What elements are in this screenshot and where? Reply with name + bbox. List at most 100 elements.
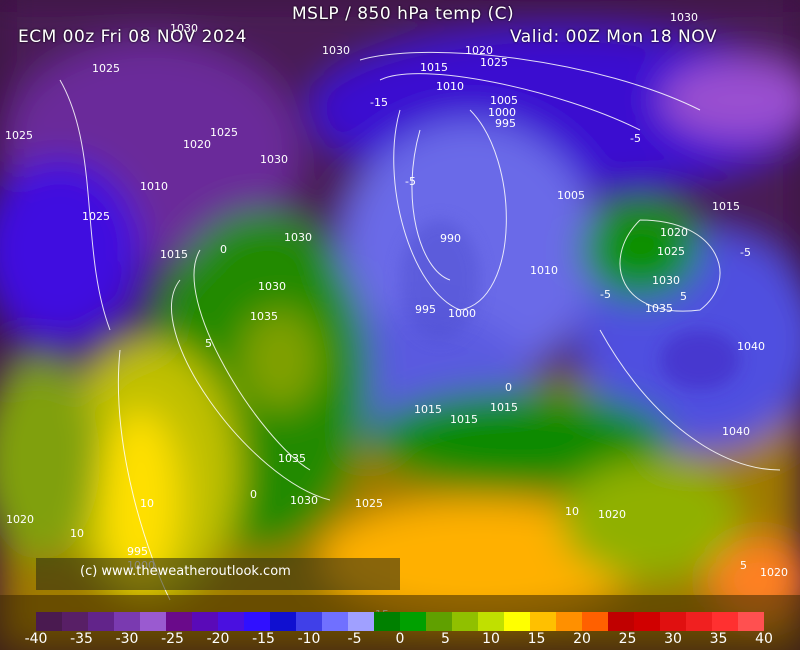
temperature-contour-label: 0 <box>250 488 257 501</box>
colorbar-segment <box>374 612 400 631</box>
colorbar-segment <box>478 612 504 631</box>
isobar-label: 1005 <box>557 189 585 202</box>
colorbar-segment <box>36 612 62 631</box>
colorbar-tick-label: 10 <box>482 631 500 647</box>
colorbar-segment <box>166 612 192 631</box>
temperature-contour-label: 10 <box>140 497 154 510</box>
isobar-label: 1000 <box>448 307 476 320</box>
isobar-label: 1035 <box>250 310 278 323</box>
isobar-label: 1010 <box>436 80 464 93</box>
colorbar-segment <box>712 612 738 631</box>
temperature-contour-label: -5 <box>630 132 641 145</box>
temperature-pressure-map: 1030103010301025102010251025102010251030… <box>0 0 800 650</box>
temperature-contour-label: 10 <box>70 527 84 540</box>
colorbar-segment <box>608 612 634 631</box>
isobar-label: 1025 <box>210 126 238 139</box>
isobar-label: 1030 <box>670 11 698 24</box>
isobar-label: 1030 <box>258 280 286 293</box>
colorbar-segment <box>400 612 426 631</box>
temperature-contour-label: -5 <box>405 175 416 188</box>
isobar-label: 1015 <box>712 200 740 213</box>
isobar-label: 1040 <box>722 425 750 438</box>
colorbar-tick-label: 30 <box>664 631 682 647</box>
colorbar-segment <box>660 612 686 631</box>
isobar-label: 1030 <box>260 153 288 166</box>
isobar-label: 1025 <box>5 129 33 142</box>
isobar-label: 1020 <box>598 508 626 521</box>
colorbar-segment <box>634 612 660 631</box>
isobar-label: 1015 <box>450 413 478 426</box>
colorbar-segment <box>530 612 556 631</box>
model-run-label: ECM 00z Fri 08 NOV 2024 <box>18 27 247 47</box>
colorbar-segment <box>114 612 140 631</box>
temperature-contour-label: 5 <box>205 337 212 350</box>
temperature-contour-label: 10 <box>565 505 579 518</box>
isobar-label: 1030 <box>290 494 318 507</box>
temperature-contour-label: -5 <box>740 246 751 259</box>
weather-map-panel: 1030 1030 1030 1025 1020 1025 1025 1020 1025 1030… <box>0 0 800 650</box>
isobar-label: 1015 <box>414 403 442 416</box>
isobar-label: 990 <box>440 232 461 245</box>
isobar-label: 1030 <box>322 44 350 57</box>
copyright-banner: (c) www.theweatheroutlook.com <box>36 558 400 590</box>
colorbar-segment <box>244 612 270 631</box>
colorbar-segment <box>582 612 608 631</box>
isobar-label: 995 <box>415 303 436 316</box>
colorbar-segment <box>452 612 478 631</box>
isobar-label: 1035 <box>278 452 306 465</box>
isobar-label: 1025 <box>480 56 508 69</box>
colorbar-segment <box>426 612 452 631</box>
colorbar-tick-label: -30 <box>115 631 139 647</box>
colorbar-segment <box>192 612 218 631</box>
temperature-contour-label: -5 <box>600 288 611 301</box>
colorbar-tick-label: -40 <box>24 631 48 647</box>
colorbar-tick-label: -10 <box>297 631 321 647</box>
colorbar-segment <box>270 612 296 631</box>
colorbar-tick-label: 40 <box>755 631 773 647</box>
colorbar-tick-label: 20 <box>573 631 591 647</box>
colorbar-segment <box>62 612 88 631</box>
isobar-label: 1010 <box>140 180 168 193</box>
isobar-label: 1030 <box>652 274 680 287</box>
colorbar-segment <box>686 612 712 631</box>
copyright-text: (c) www.theweatheroutlook.com <box>80 564 291 579</box>
isobar-label: 1025 <box>657 245 685 258</box>
temperature-field <box>0 0 800 650</box>
colorbar-segment <box>88 612 114 631</box>
colorbar-segment <box>322 612 348 631</box>
isobar-label: 1020 <box>760 566 788 579</box>
colorbar-tick-label: 0 <box>395 631 405 647</box>
colorbar-tick-label: 5 <box>441 631 450 647</box>
isobar-label: 1015 <box>420 61 448 74</box>
valid-time-label: Valid: 00Z Mon 18 NOV <box>510 27 717 47</box>
colorbar-tick-label: -15 <box>252 631 275 647</box>
temperature-contour-label: 0 <box>220 243 227 256</box>
isobar-label: 1035 <box>645 302 673 315</box>
colorbar-tick-label: 15 <box>527 631 546 647</box>
isobar-label: 1015 <box>160 248 188 261</box>
isobar-label: 1025 <box>355 497 383 510</box>
colorbar-tick-label: -25 <box>161 631 184 647</box>
isobar-label: 1015 <box>490 401 518 414</box>
isobar-label: 1030 <box>284 231 312 244</box>
temperature-contour-label: 0 <box>505 381 512 394</box>
colorbar-tick-label: -35 <box>70 631 93 647</box>
colorbar-segment <box>296 612 322 631</box>
colorbar-segment <box>504 612 530 631</box>
colorbar-segment <box>140 612 166 631</box>
colorbar-tick-label: 25 <box>618 631 637 647</box>
isobar-label: 1020 <box>6 513 34 526</box>
isobar-label: 1020 <box>660 226 688 239</box>
temperature-contour-label: -15 <box>370 96 388 109</box>
temperature-contour-label: 5 <box>680 290 687 303</box>
temperature-colorbar <box>36 612 764 631</box>
isobar-label: 995 <box>127 545 148 558</box>
colorbar-tick-label: -20 <box>206 631 230 647</box>
chart-title: MSLP / 850 hPa temp (C) <box>292 4 515 24</box>
colorbar-segment <box>738 612 764 631</box>
colorbar-segment <box>556 612 582 631</box>
colorbar-segment <box>218 612 244 631</box>
isobar-label: 1025 <box>92 62 120 75</box>
temperature-contour-label: 5 <box>740 559 747 572</box>
isobar-label: 1010 <box>530 264 558 277</box>
